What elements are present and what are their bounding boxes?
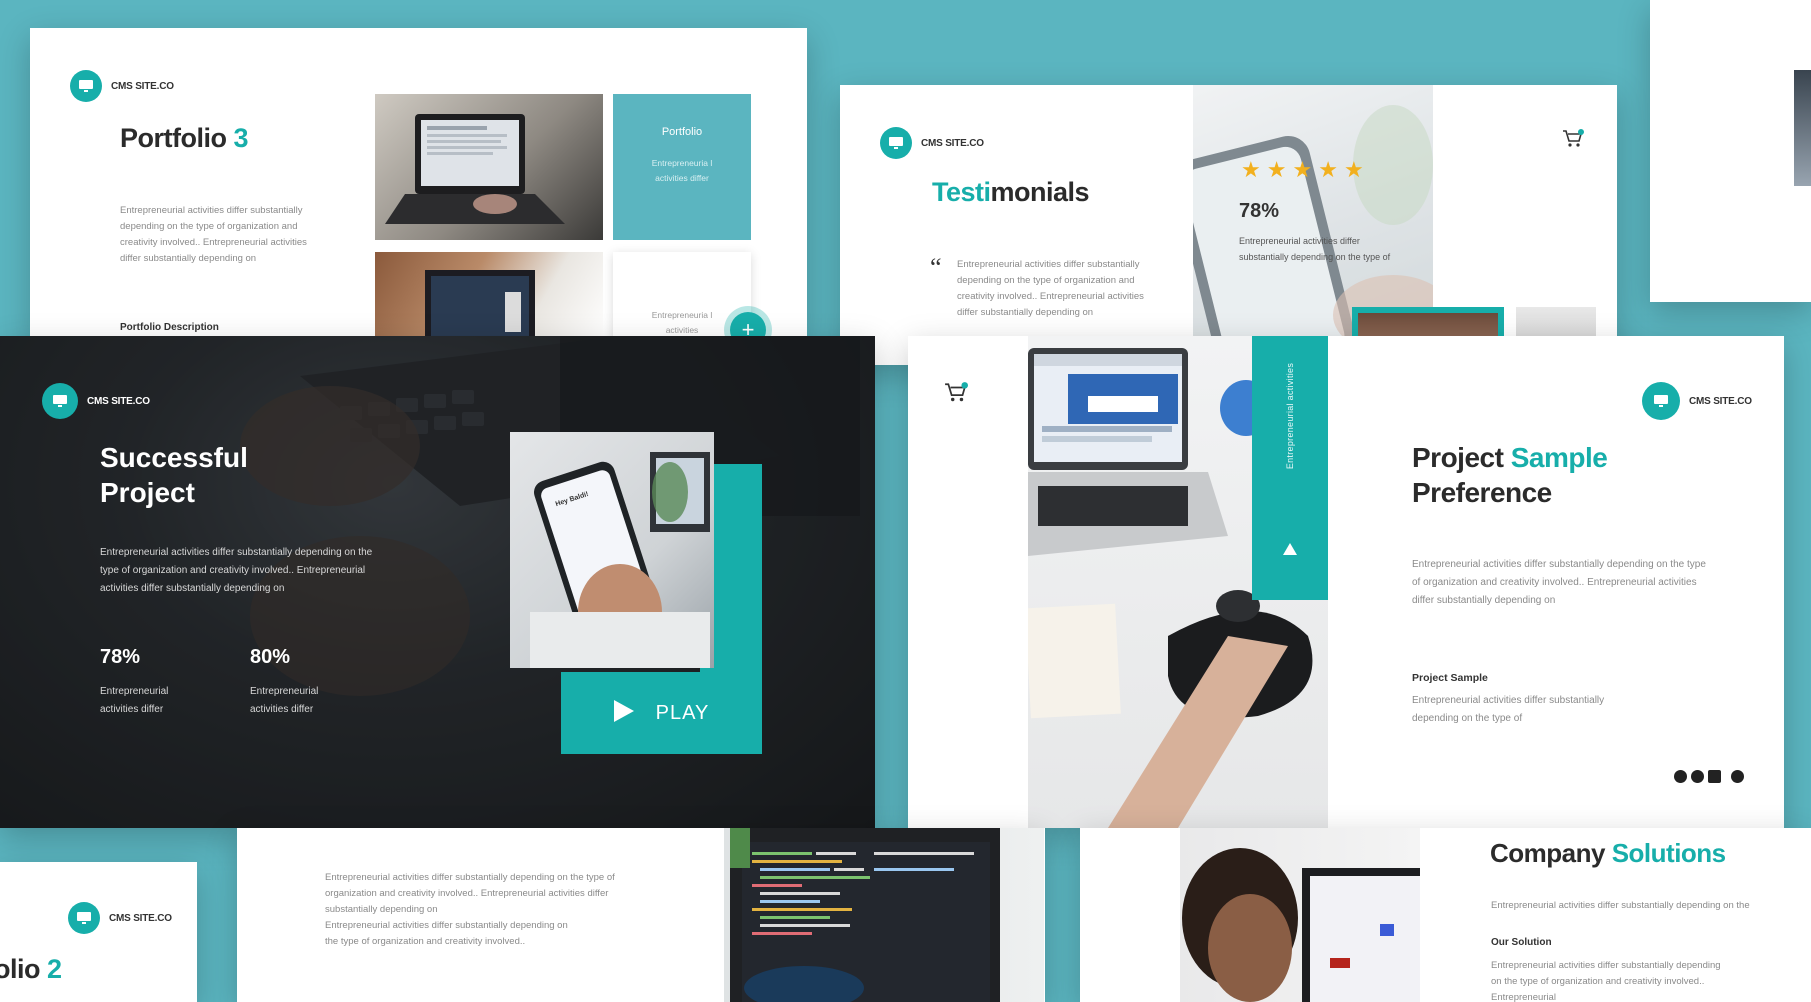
- person-photo: [1180, 828, 1420, 1002]
- code-editor-photo: [724, 828, 1044, 1002]
- cart-icon[interactable]: [944, 382, 968, 409]
- desk-photo: [375, 252, 603, 338]
- cart-icon[interactable]: [1562, 129, 1584, 154]
- title-accent: 2: [47, 954, 62, 984]
- title-part: Portfolio: [120, 123, 227, 153]
- brand-name: CMS SITE.CO: [921, 137, 984, 149]
- slide-portfolio-2[interactable]: CMS SITE.CO olio 2: [0, 862, 197, 1002]
- paragraph: Entrepreneurial activities differ substa…: [325, 872, 615, 915]
- slide-partial-right[interactable]: [1650, 0, 1811, 302]
- monitor-icon: [70, 70, 102, 102]
- title-line: Successful: [100, 442, 248, 473]
- title-part: monials: [990, 177, 1090, 207]
- stat-block: 78% Entrepreneurial activities differ: [100, 646, 210, 719]
- plus-icon: +: [741, 317, 755, 338]
- testimonial-body: Entrepreneurial activities differ substa…: [957, 259, 1144, 318]
- play-label: PLAY: [655, 701, 710, 724]
- slide-title: Project Sample Preference: [1412, 440, 1608, 510]
- title-line: Project: [100, 477, 195, 508]
- title-line: Preference: [1412, 477, 1552, 508]
- instagram-icon[interactable]: [1731, 770, 1744, 783]
- title-part: Company: [1490, 838, 1605, 868]
- title-accent: Solutions: [1611, 838, 1726, 868]
- slide-body: Entrepreneurial activities differ substa…: [120, 205, 307, 264]
- section-subheading: Project Sample: [1412, 672, 1488, 684]
- title-accent: 3: [233, 123, 249, 153]
- card-text: Entrepreneuria l activities: [651, 310, 713, 335]
- brand-name: CMS SITE.CO: [1689, 395, 1752, 407]
- brand-logo: CMS SITE.CO: [1642, 382, 1752, 420]
- slide-portfolio-3[interactable]: CMS SITE.CO Portfolio 3 Entrepreneurial …: [30, 28, 807, 338]
- slide-company-solutions[interactable]: Company Solutions Entrepreneurial activi…: [1080, 828, 1811, 1002]
- social-icons: [1674, 770, 1744, 783]
- section-subheading: Our Solution: [1491, 937, 1552, 948]
- card-text: Entrepreneuria l activities differ: [651, 158, 713, 183]
- stat-text: Entrepreneurial activities differ substa…: [1239, 236, 1391, 262]
- star-icon: ★: [1343, 157, 1370, 182]
- star-icon: ★: [1241, 157, 1267, 182]
- monitor-icon: [880, 127, 912, 159]
- play-button[interactable]: PLAY: [561, 672, 762, 754]
- title-part: olio: [0, 954, 41, 984]
- star-icon: ★: [1318, 157, 1344, 182]
- star-rating: ★★★★★: [1241, 157, 1370, 183]
- slide-body: Entrepreneurial activities differ substa…: [100, 547, 373, 594]
- quote-mark: “: [930, 253, 942, 282]
- stat-label: Entrepreneurial activities differ: [100, 686, 169, 715]
- paragraph: Entrepreneurial activities differ substa…: [325, 920, 568, 947]
- monitor-icon: [1642, 382, 1680, 420]
- brand-name: CMS SITE.CO: [109, 912, 172, 924]
- brand-logo: CMS SITE.CO: [70, 70, 174, 102]
- monitor-icon: [42, 383, 78, 419]
- brand-logo: CMS SITE.CO: [68, 902, 172, 934]
- brand-logo: CMS SITE.CO: [880, 127, 984, 159]
- facebook-icon[interactable]: [1691, 770, 1704, 783]
- linkedin-icon[interactable]: [1708, 770, 1721, 783]
- section-body: Entrepreneurial activities differ substa…: [1491, 960, 1721, 1002]
- card-title: Portfolio: [661, 126, 703, 138]
- slide-title: Successful Project: [100, 440, 248, 510]
- slide-testimonials[interactable]: CMS SITE.CO Testimonials “ Entrepreneuri…: [840, 85, 1617, 365]
- slide-body: Entrepreneurial activities differ substa…: [1491, 900, 1750, 911]
- slide-title: Portfolio 3: [120, 123, 249, 154]
- title-accent: Testi: [932, 177, 991, 207]
- section-subheading: Portfolio Description: [120, 322, 219, 333]
- title-part: Project: [1412, 442, 1504, 473]
- brand-logo: CMS SITE.CO: [42, 383, 150, 419]
- accent-vertical-bar: Entrepreneurial activities: [1252, 336, 1328, 600]
- phone-photo: Hey Baldi!: [510, 432, 714, 668]
- slide-project-sample[interactable]: Entrepreneurial activities CMS SITE.CO P…: [908, 336, 1784, 828]
- portfolio-card[interactable]: Portfolio Entrepreneuria l activities di…: [613, 94, 751, 240]
- stat-value: 78%: [100, 646, 141, 668]
- laptop-photo: [375, 94, 603, 240]
- section-body: Entrepreneurial activities differ substa…: [1412, 695, 1605, 724]
- play-icon: [613, 699, 634, 727]
- slide-code[interactable]: Entrepreneurial activities differ substa…: [237, 828, 1045, 1002]
- monitor-icon: [68, 902, 100, 934]
- star-icon: ★: [1292, 157, 1319, 182]
- stat-value: 80%: [250, 646, 291, 668]
- stat-value: 78%: [1239, 200, 1280, 222]
- title-accent: Sample: [1510, 442, 1608, 473]
- slide-successful-project[interactable]: CMS SITE.CO Successful Project Entrepren…: [0, 336, 875, 828]
- slide-title: olio 2: [0, 954, 62, 985]
- arrow-up-icon[interactable]: [1283, 542, 1297, 560]
- slide-title: Company Solutions: [1490, 838, 1726, 869]
- brand-name: CMS SITE.CO: [87, 395, 150, 407]
- twitter-icon[interactable]: [1674, 770, 1687, 783]
- stat-label: Entrepreneurial activities differ: [250, 686, 319, 715]
- vertical-label: Entrepreneurial activities: [1285, 362, 1295, 470]
- slide-title: Testimonials: [932, 177, 1090, 208]
- screen-photo: [1794, 70, 1811, 186]
- slide-body: Entrepreneurial activities differ substa…: [1412, 559, 1706, 606]
- add-button[interactable]: +: [730, 312, 766, 338]
- brand-name: CMS SITE.CO: [111, 80, 174, 92]
- star-icon: ★: [1266, 157, 1293, 182]
- stat-block: 80% Entrepreneurial activities differ: [250, 646, 360, 719]
